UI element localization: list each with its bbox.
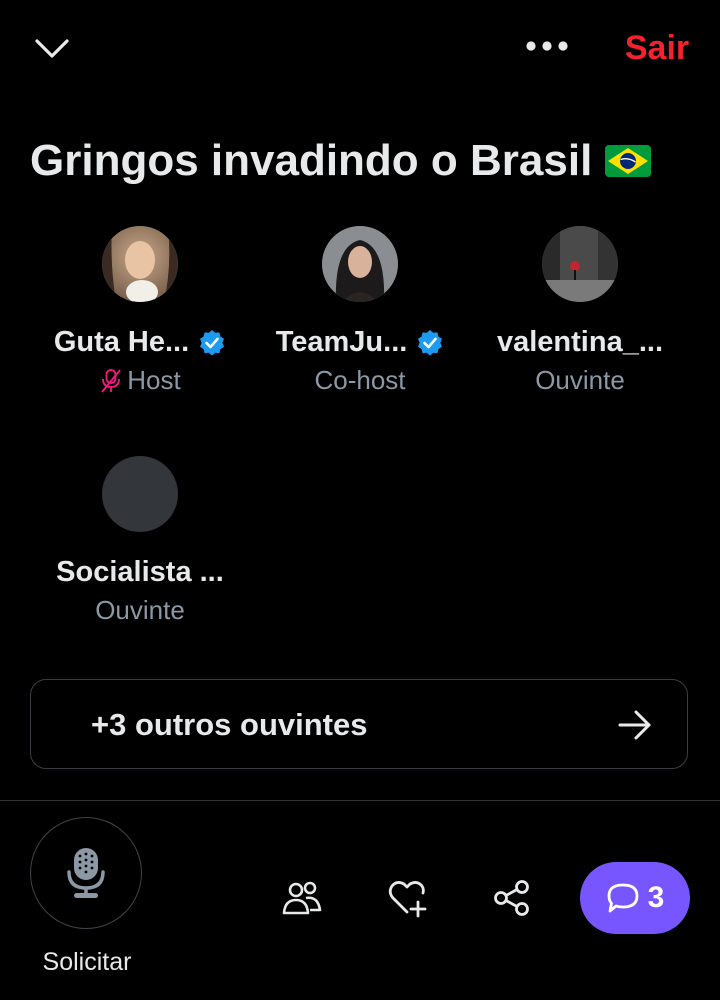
- muted-mic-icon: [101, 368, 121, 393]
- like-button[interactable]: [384, 874, 432, 922]
- more-horizontal-icon: [526, 41, 568, 51]
- request-to-speak-button[interactable]: [30, 817, 142, 929]
- share-button[interactable]: [488, 874, 536, 922]
- verified-badge-icon: [200, 329, 225, 356]
- avatar: [102, 456, 178, 532]
- verified-badge-icon: [418, 329, 443, 356]
- participant-listener[interactable]: valentina_... Ouvinte: [470, 226, 690, 396]
- participant-listener[interactable]: Socialista ... Ouvinte: [30, 456, 250, 626]
- avatar: [102, 226, 178, 302]
- participant-host[interactable]: Guta He... Host: [30, 226, 250, 396]
- chevron-down-icon: [35, 39, 69, 58]
- avatar: [542, 226, 618, 302]
- microphone-icon: [67, 848, 105, 898]
- participant-cohost[interactable]: TeamJu... Co-host: [250, 226, 470, 396]
- leave-button[interactable]: Sair: [612, 26, 702, 70]
- participant-role: Host: [127, 365, 181, 395]
- comments-button[interactable]: 3: [580, 862, 690, 934]
- participant-name: valentina_...: [496, 326, 663, 358]
- arrow-right-icon: [618, 710, 651, 740]
- participant-role: Ouvinte: [95, 595, 185, 625]
- more-options-button[interactable]: [522, 28, 572, 64]
- other-listeners-button[interactable]: +3 outros ouvintes: [30, 679, 688, 769]
- other-listeners-label: +3 outros ouvintes: [91, 707, 368, 742]
- participant-role: Co-host: [314, 365, 406, 395]
- participant-name: Guta He...: [53, 326, 190, 358]
- people-icon: [282, 881, 322, 915]
- comments-count: 3: [647, 881, 665, 914]
- divider: [0, 800, 720, 801]
- heart-plus-icon: [388, 881, 427, 918]
- participant-name: TeamJu...: [275, 326, 408, 358]
- participant-name: Socialista ...: [56, 556, 224, 588]
- participants-button[interactable]: [278, 874, 326, 922]
- space-title-text: Gringos invadindo o Brasil: [30, 136, 593, 185]
- comment-bubble-icon: [607, 883, 639, 913]
- space-title: Gringos invadindo o Brasil: [30, 134, 710, 188]
- share-icon: [494, 880, 529, 916]
- request-label: Solicitar: [42, 948, 132, 976]
- brazil-flag-icon: [605, 145, 652, 177]
- collapse-button[interactable]: [30, 28, 74, 68]
- participant-role: Ouvinte: [535, 365, 625, 395]
- avatar: [322, 226, 398, 302]
